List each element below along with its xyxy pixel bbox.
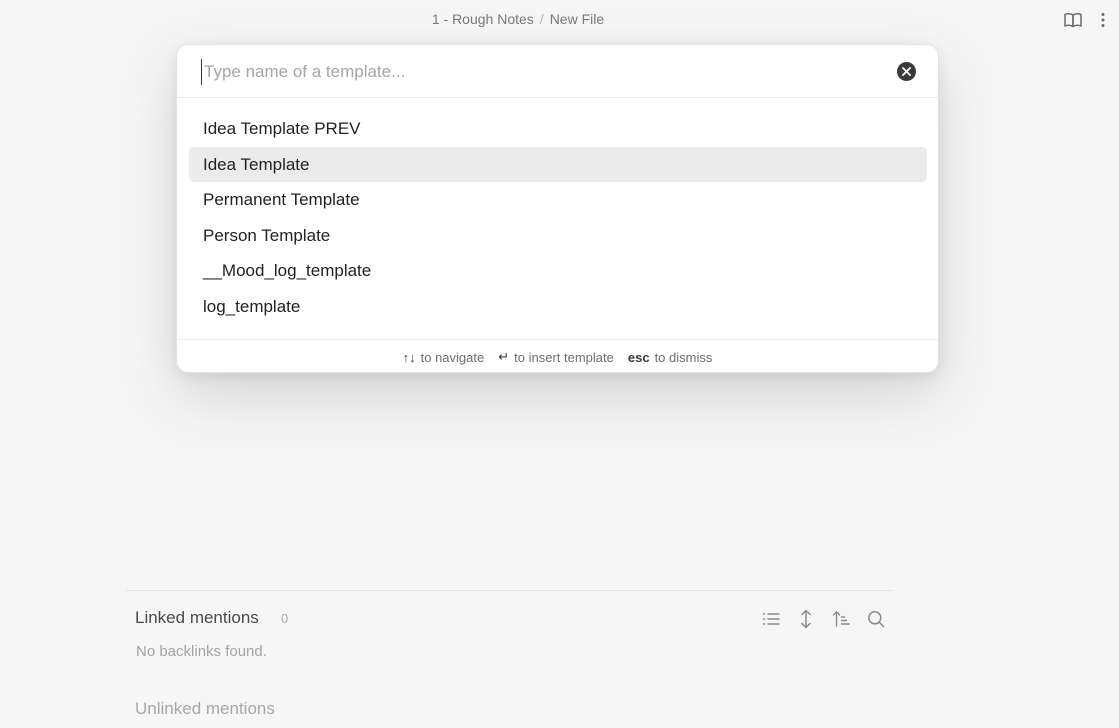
book-open-icon[interactable]	[1063, 10, 1083, 30]
linked-mentions-count: 0	[281, 611, 289, 626]
search-row	[177, 45, 938, 98]
template-item[interactable]: log_template	[189, 289, 927, 324]
navigate-hint: ↑↓ to navigate	[403, 350, 485, 365]
enter-key-icon: ↵	[498, 349, 510, 364]
search-icon[interactable]	[865, 608, 887, 630]
template-item[interactable]: Permanent Template	[189, 182, 927, 217]
clear-search-button[interactable]	[897, 62, 916, 81]
esc-key-label: esc	[627, 349, 650, 365]
template-picker-modal: Idea Template PREV Idea Template Permane…	[176, 44, 939, 373]
collapse-vertical-icon[interactable]	[795, 608, 817, 630]
breadcrumb-folder[interactable]: 1 - Rough Notes	[432, 11, 534, 27]
template-item[interactable]: Idea Template PREV	[189, 111, 927, 146]
breadcrumb: 1 - Rough Notes / New File	[0, 11, 1036, 27]
close-icon	[902, 67, 911, 76]
arrow-keys-icon: ↑↓	[402, 349, 416, 365]
no-backlinks-message: No backlinks found.	[136, 643, 267, 660]
template-list: Idea Template PREV Idea Template Permane…	[189, 111, 927, 324]
sort-icon[interactable]	[830, 608, 852, 630]
linked-mentions-heading[interactable]: Linked mentions	[135, 608, 259, 628]
template-item-selected[interactable]: Idea Template	[189, 146, 927, 182]
unlinked-mentions-heading[interactable]: Unlinked mentions	[135, 699, 275, 719]
dismiss-hint: esc to dismiss	[628, 350, 713, 365]
insert-hint: ↵ to insert template	[498, 349, 614, 365]
list-icon[interactable]	[760, 608, 782, 630]
navigate-hint-text: to navigate	[420, 349, 485, 365]
template-search-input[interactable]	[201, 59, 894, 85]
title-bar: 1 - Rough Notes / New File	[0, 0, 1119, 38]
template-item[interactable]: Person Template	[189, 218, 927, 253]
more-vertical-icon[interactable]	[1093, 10, 1113, 30]
breadcrumb-file[interactable]: New File	[550, 11, 604, 27]
insert-hint-text: to insert template	[514, 349, 614, 365]
template-item[interactable]: __Mood_log_template	[189, 253, 927, 288]
backlinks-divider	[126, 590, 893, 591]
modal-footer-hints: ↑↓ to navigate ↵ to insert template esc …	[177, 339, 938, 372]
dismiss-hint-text: to dismiss	[654, 349, 713, 365]
breadcrumb-separator: /	[539, 11, 544, 27]
